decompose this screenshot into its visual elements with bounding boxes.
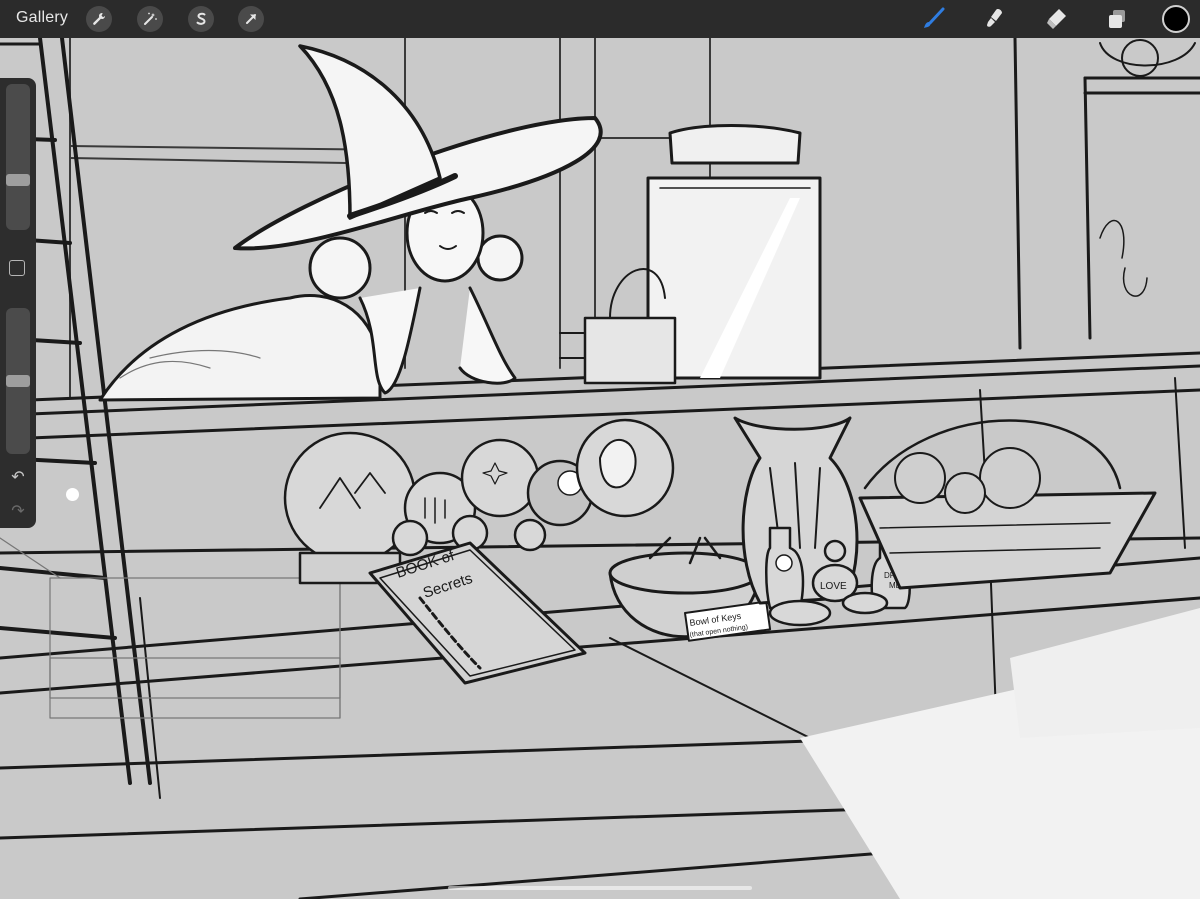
brush-size-slider[interactable] [6, 84, 30, 230]
color-swatch[interactable] [1162, 5, 1190, 33]
transform-arrow-icon[interactable] [238, 6, 264, 32]
brush-icon[interactable] [920, 6, 948, 32]
adjustments-wand-icon[interactable] [137, 6, 163, 32]
eraser-icon[interactable] [1042, 6, 1070, 32]
home-indicator[interactable] [448, 886, 752, 890]
brush-cursor-dot [66, 488, 79, 501]
top-toolbar: Gallery [0, 0, 1200, 38]
love-label: LOVE [820, 581, 847, 592]
undo-icon[interactable]: ↶ [8, 468, 28, 488]
brush-opacity-thumb[interactable] [6, 375, 30, 387]
smudge-icon[interactable] [980, 6, 1008, 32]
brush-opacity-slider[interactable] [6, 308, 30, 454]
brush-sidebar: ↶ ↷ [0, 78, 36, 528]
drawing-canvas[interactable]: BOOK of Secrets Bowl of Keys (that open … [0, 38, 1200, 899]
modify-button[interactable] [9, 260, 25, 276]
layers-icon[interactable] [1103, 6, 1131, 32]
redo-icon[interactable]: ↷ [8, 502, 28, 522]
brush-size-thumb[interactable] [6, 174, 30, 186]
actions-wrench-icon[interactable] [86, 6, 112, 32]
gallery-button[interactable]: Gallery [16, 9, 68, 27]
selection-s-icon[interactable] [188, 6, 214, 32]
